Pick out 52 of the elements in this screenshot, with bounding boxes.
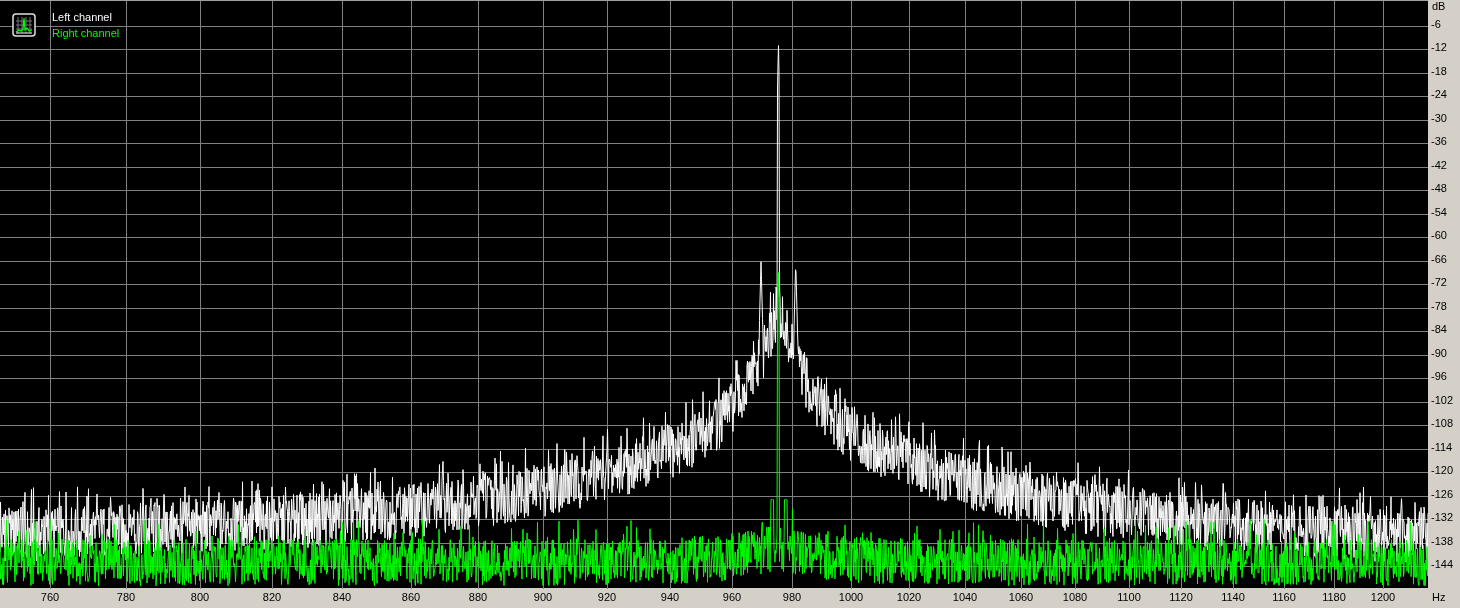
axis-tick-label: -30 xyxy=(1431,112,1447,125)
axis-tick-label: 1080 xyxy=(1062,591,1088,604)
axis-tick-label: 1120 xyxy=(1169,591,1193,604)
axis-tick-label: -48 xyxy=(1431,182,1447,195)
axis-tick-label: 1180 xyxy=(1322,591,1346,604)
axis-unit: dB xyxy=(1432,0,1446,13)
axis-tick-label: -36 xyxy=(1431,135,1447,148)
axis-tick-label: -18 xyxy=(1431,65,1447,78)
legend-label: Right channel xyxy=(52,26,120,41)
axis-tick-label: -84 xyxy=(1431,323,1447,336)
axis-tick-label: 1200 xyxy=(1370,591,1396,604)
axis-tick-label: 760 xyxy=(40,591,60,604)
axis-tick-label: 840 xyxy=(332,591,352,604)
axis-tick-label: 1000 xyxy=(838,591,864,604)
axis-tick-label: -60 xyxy=(1431,229,1447,242)
axis-tick-label: 920 xyxy=(597,591,617,604)
axis-tick-label: 880 xyxy=(468,591,488,604)
axis-tick-label: -138 xyxy=(1431,535,1454,548)
axis-tick-label: -24 xyxy=(1431,88,1447,101)
axis-unit: Hz xyxy=(1432,591,1446,604)
axis-tick-label: -72 xyxy=(1431,276,1447,289)
axis-tick-label: -102 xyxy=(1431,394,1454,407)
axis-tick-label: -12 xyxy=(1431,41,1447,54)
axis-tick-label: -42 xyxy=(1431,159,1447,172)
axis-tick-label: -132 xyxy=(1431,511,1454,524)
axis-tick-label: 1060 xyxy=(1008,591,1034,604)
legend-label: Left channel xyxy=(52,10,113,25)
axis-tick-label: -6 xyxy=(1431,18,1441,31)
spectrum-icon xyxy=(12,13,36,37)
axis-tick-label: 980 xyxy=(782,591,802,604)
axis-tick-label: 860 xyxy=(401,591,421,604)
axis-tick-label: 820 xyxy=(262,591,282,604)
axis-tick-label: -90 xyxy=(1431,347,1447,360)
axis-tick-label: 900 xyxy=(533,591,553,604)
axis-tick-label: 1140 xyxy=(1221,591,1245,604)
axis-tick-label: 1160 xyxy=(1272,591,1296,604)
axis-tick-label: -126 xyxy=(1431,488,1454,501)
axis-tick-label: 800 xyxy=(190,591,210,604)
axis-tick-label: 1020 xyxy=(896,591,922,604)
axis-tick-label: -96 xyxy=(1431,370,1447,383)
axis-tick-label: 960 xyxy=(722,591,742,604)
axis-tick-label: -114 xyxy=(1431,441,1453,454)
axis-tick-label: -66 xyxy=(1431,253,1447,266)
axis-tick-label: 1040 xyxy=(952,591,978,604)
axis-tick-label: 780 xyxy=(116,591,136,604)
axis-tick-label: 1100 xyxy=(1117,591,1141,604)
axis-tick-label: -78 xyxy=(1431,300,1447,313)
axis-tick-label: 940 xyxy=(660,591,680,604)
axis-tick-label: -108 xyxy=(1431,417,1454,430)
axis-tick-label: -120 xyxy=(1431,464,1454,477)
axis-tick-label: -144 xyxy=(1431,558,1454,571)
axis-tick-label: -54 xyxy=(1431,206,1447,219)
